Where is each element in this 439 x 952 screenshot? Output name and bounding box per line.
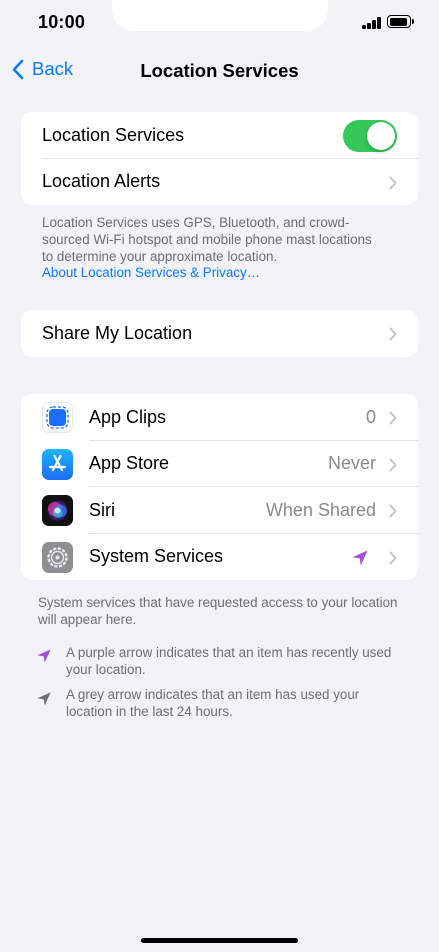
app-clips-icon [42,402,73,433]
location-services-card: Location Services Location Alerts [21,112,418,205]
location-services-toggle[interactable] [343,120,397,152]
app-label: App Store [89,453,170,474]
apps-card: App Clips 0 App Store Never Siri When Sh… [21,394,418,580]
chevron-right-icon [389,176,397,189]
app-row-app-store[interactable]: App Store Never [21,441,418,487]
app-label: Siri [89,499,115,520]
app-permission-value: 0 [365,406,376,427]
grey-arrow-legend: A grey arrow indicates that an item has … [66,687,360,719]
app-permission-value: When Shared [265,499,376,520]
signal-icon [362,16,382,29]
location-arrow-purple-icon [352,550,368,565]
chevron-right-icon [389,411,397,425]
chevron-right-icon [389,504,397,518]
purple-arrow-legend: A purple arrow indicates that an item ha… [66,645,392,677]
footnote-text: Location Services uses GPS, Bluetooth, a… [42,215,372,264]
chevron-right-icon [389,551,397,564]
status-time: 10:00 [38,12,86,32]
app-label: App Clips [89,406,167,427]
share-my-location-row[interactable]: Share My Location [21,310,418,357]
siri-icon [42,495,73,526]
apps-footnote: System services that have requested acce… [38,595,398,627]
status-bar: 10:00 [0,0,439,48]
location-services-label: Location Services [42,124,185,145]
navigation-bar: Back Location Services [0,52,439,90]
location-services-row: Location Services [21,112,418,159]
page-title: Location Services [140,60,299,81]
location-alerts-label: Location Alerts [42,171,161,192]
location-services-footnote: Location Services uses GPS, Bluetooth, a… [42,215,382,282]
share-location-card: Share My Location [21,310,418,357]
location-alerts-row[interactable]: Location Alerts [21,159,418,206]
system-services-icon [42,541,73,573]
notch [112,0,328,31]
chevron-right-icon [389,327,397,341]
app-row-siri[interactable]: Siri When Shared [21,487,418,534]
battery-icon [387,15,414,28]
app-store-icon [42,448,73,480]
app-row-app-clips[interactable]: App Clips 0 [21,394,418,441]
about-privacy-link[interactable]: About Location Services & Privacy… [42,265,382,282]
location-arrow-grey-icon [37,692,51,706]
app-permission-value: Never [327,453,376,474]
home-indicator[interactable] [141,938,298,943]
app-label: System Services [89,546,224,567]
location-arrow-purple-icon [37,649,51,663]
phone-screen: 10:00 Back Location Services Location Se… [0,0,439,952]
share-my-location-label: Share My Location [42,322,193,343]
app-row-system-services[interactable]: System Services [21,534,418,581]
chevron-right-icon [389,458,397,471]
